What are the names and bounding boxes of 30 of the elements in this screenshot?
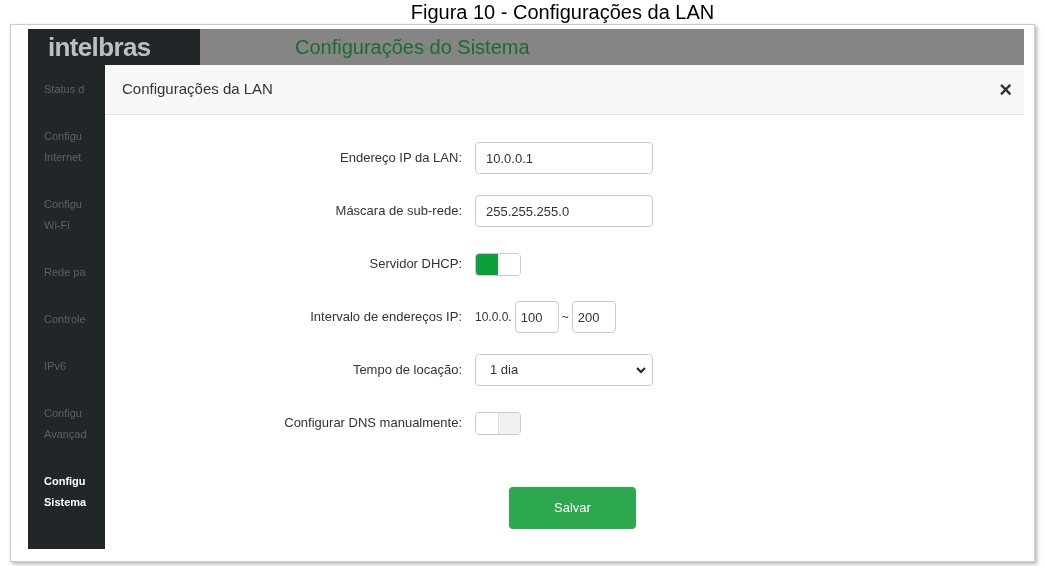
ip-prefix: 10.0.0.: [475, 309, 512, 326]
field-label: Configurar DNS manualmente:: [283, 414, 463, 433]
lease-time-select[interactable]: 1 dia: [475, 354, 653, 386]
sidebar-item[interactable]: Configu Wi-Fi: [44, 194, 105, 236]
close-button[interactable]: ×: [999, 78, 1012, 101]
sidebar-item[interactable]: Controle: [44, 309, 105, 330]
text-field[interactable]: 10.0.0.1: [475, 142, 653, 174]
chevron-down-icon: [636, 366, 646, 374]
page-title: Configurações do Sistema: [295, 35, 530, 60]
dialog-title: Configurações da LAN: [122, 79, 273, 100]
sidebar-item[interactable]: Configu Internet: [44, 126, 105, 168]
figure-caption: Figura 10 - Configurações da LAN: [409, 0, 715, 24]
brand-logo: intelbras: [48, 34, 151, 60]
save-button[interactable]: Salvar: [509, 487, 636, 529]
field-label: Servidor DHCP:: [368, 255, 463, 274]
field-label: Endereço IP da LAN:: [339, 149, 463, 168]
range-separator: ~: [561, 309, 569, 326]
toggle-switch[interactable]: [475, 411, 521, 435]
range-start-field[interactable]: 100: [514, 301, 559, 333]
sidebar-item[interactable]: Configu Avançad: [44, 403, 105, 445]
toggle-switch[interactable]: [475, 252, 521, 276]
field-label: Tempo de locação:: [351, 361, 463, 380]
sidebar-item[interactable]: Configu Sistema: [44, 471, 105, 513]
text-field[interactable]: 255.255.255.0: [475, 195, 653, 227]
range-end-field[interactable]: 200: [571, 301, 616, 333]
sidebar-item[interactable]: Rede pa: [44, 262, 105, 283]
field-label: Máscara de sub-rede:: [334, 202, 463, 221]
sidebar-item[interactable]: IPv6: [44, 356, 105, 377]
field-label: Intervalo de endereços IP:: [309, 308, 463, 327]
sidebar-item[interactable]: Status d: [44, 79, 105, 100]
